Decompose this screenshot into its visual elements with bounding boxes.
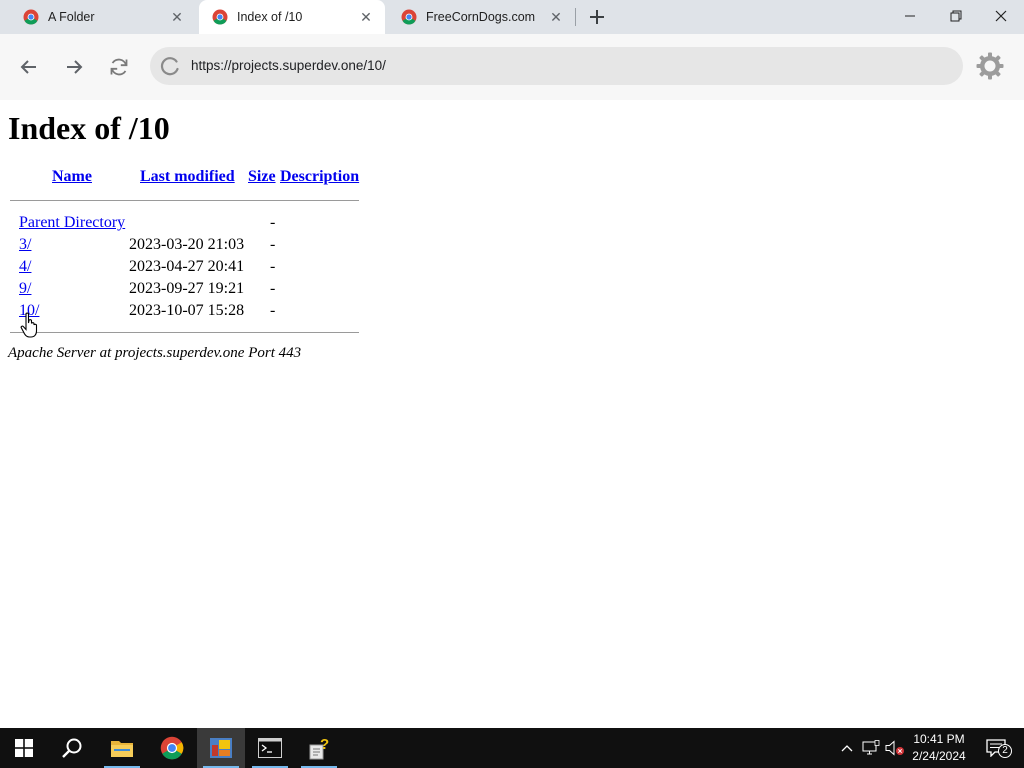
- server-signature: Apache Server at projects.superdev.one P…: [8, 345, 302, 361]
- chrome-icon: [212, 9, 228, 25]
- table-row: 3/ 2023-03-20 21:03 -: [10, 236, 359, 258]
- close-icon: [995, 10, 1007, 22]
- tab-title: A Folder: [48, 10, 95, 24]
- close-icon[interactable]: ✕: [168, 8, 186, 26]
- last-modified: 2023-10-07 15:28: [129, 302, 245, 319]
- clock-time: 10:41 PM: [913, 732, 965, 746]
- chrome-icon: [160, 736, 184, 760]
- minimize-button[interactable]: [887, 0, 933, 32]
- taskbar: ? 10:41 PM 2/24/2024 2: [0, 728, 1024, 768]
- column-header-description[interactable]: Description: [280, 168, 359, 186]
- size: -: [270, 280, 276, 297]
- help-tool-icon: ?: [309, 736, 329, 760]
- directory-link-9[interactable]: 9/: [19, 280, 31, 298]
- reload-button[interactable]: [106, 54, 132, 80]
- close-window-button[interactable]: [978, 0, 1024, 32]
- directory-link-4[interactable]: 4/: [19, 258, 31, 276]
- gear-icon[interactable]: [975, 51, 1005, 81]
- restore-button[interactable]: [933, 0, 979, 32]
- table-row: 9/ 2023-09-27 19:21 -: [10, 280, 359, 302]
- reload-icon: [110, 58, 128, 76]
- file-explorer-taskbar-button[interactable]: [98, 728, 146, 768]
- table-row: 4/ 2023-04-27 20:41 -: [10, 258, 359, 280]
- browser-toolbar: https://projects.superdev.one/10/: [0, 34, 1024, 100]
- svg-text:?: ?: [320, 736, 329, 753]
- arrow-right-icon: [67, 60, 83, 74]
- last-modified: 2023-04-27 20:41: [129, 258, 245, 275]
- restore-icon: [950, 10, 962, 22]
- image-app-icon: [210, 738, 232, 758]
- start-button[interactable]: [0, 728, 48, 768]
- tab-strip: A Folder ✕ Index of /10 ✕ FreeCornDogs.c…: [0, 0, 1024, 34]
- tab-title: FreeCornDogs.com: [426, 10, 536, 24]
- size: -: [270, 236, 276, 253]
- last-modified: 2023-03-20 21:03: [129, 236, 245, 253]
- size: -: [270, 214, 276, 231]
- chrome-icon: [23, 9, 39, 25]
- close-icon[interactable]: ✕: [547, 8, 565, 26]
- clock-date: 2/24/2024: [912, 749, 966, 763]
- url-text[interactable]: https://projects.superdev.one/10/: [191, 58, 386, 73]
- plus-icon[interactable]: [586, 6, 608, 28]
- chrome-icon: [401, 9, 417, 25]
- search-icon: [62, 738, 82, 758]
- chevron-up-icon: [841, 745, 853, 752]
- notification-count-badge: 2: [998, 744, 1012, 758]
- divider: [10, 332, 359, 333]
- forward-button[interactable]: [61, 54, 87, 80]
- terminal-taskbar-button[interactable]: [246, 728, 294, 768]
- column-header-name[interactable]: Name: [52, 168, 92, 186]
- last-modified: 2023-09-27 19:21: [129, 280, 245, 297]
- tab-freecorndogs[interactable]: FreeCornDogs.com ✕: [388, 0, 574, 34]
- page-title: Index of /10: [8, 110, 170, 146]
- volume-muted-icon: [885, 740, 904, 756]
- parent-directory-link[interactable]: Parent Directory: [19, 214, 125, 232]
- image-app-taskbar-button[interactable]: [197, 728, 245, 768]
- minimize-icon: [905, 15, 915, 17]
- clock[interactable]: 10:41 PM 2/24/2024: [905, 731, 973, 765]
- network-icon: [862, 740, 880, 755]
- terminal-icon: [258, 738, 282, 758]
- tab-a-folder[interactable]: A Folder ✕: [10, 0, 198, 34]
- back-button[interactable]: [16, 54, 42, 80]
- loading-spinner-icon: [160, 57, 179, 76]
- size: -: [270, 258, 276, 275]
- tab-title: Index of /10: [237, 10, 303, 24]
- table-row: 10/ 2023-10-07 15:28 -: [10, 302, 359, 324]
- chrome-taskbar-button[interactable]: [148, 728, 196, 768]
- size: -: [270, 302, 276, 319]
- column-header-last-modified[interactable]: Last modified: [140, 168, 235, 186]
- show-hidden-icons-button[interactable]: [836, 728, 858, 768]
- divider: [10, 200, 359, 201]
- column-header-size[interactable]: Size: [248, 168, 276, 186]
- tab-index-of-10[interactable]: Index of /10 ✕: [199, 0, 385, 34]
- help-tool-taskbar-button[interactable]: ?: [295, 728, 343, 768]
- tab-separator: [575, 8, 576, 26]
- directory-link-3[interactable]: 3/: [19, 236, 31, 254]
- close-icon[interactable]: ✕: [357, 8, 375, 26]
- hand-cursor-icon: [20, 312, 38, 338]
- page-content: Index of /10 Name Last modified Size Des…: [0, 100, 1024, 728]
- table-row-parent-directory: Parent Directory -: [10, 214, 359, 236]
- address-bar[interactable]: https://projects.superdev.one/10/: [150, 47, 963, 85]
- search-button[interactable]: [48, 728, 96, 768]
- windows-start-icon: [15, 739, 33, 757]
- notification-center-button[interactable]: 2: [978, 728, 1014, 768]
- arrow-left-icon: [20, 60, 36, 74]
- volume-tray-button[interactable]: [884, 728, 906, 768]
- file-explorer-icon: [111, 741, 133, 757]
- network-tray-button[interactable]: [860, 728, 882, 768]
